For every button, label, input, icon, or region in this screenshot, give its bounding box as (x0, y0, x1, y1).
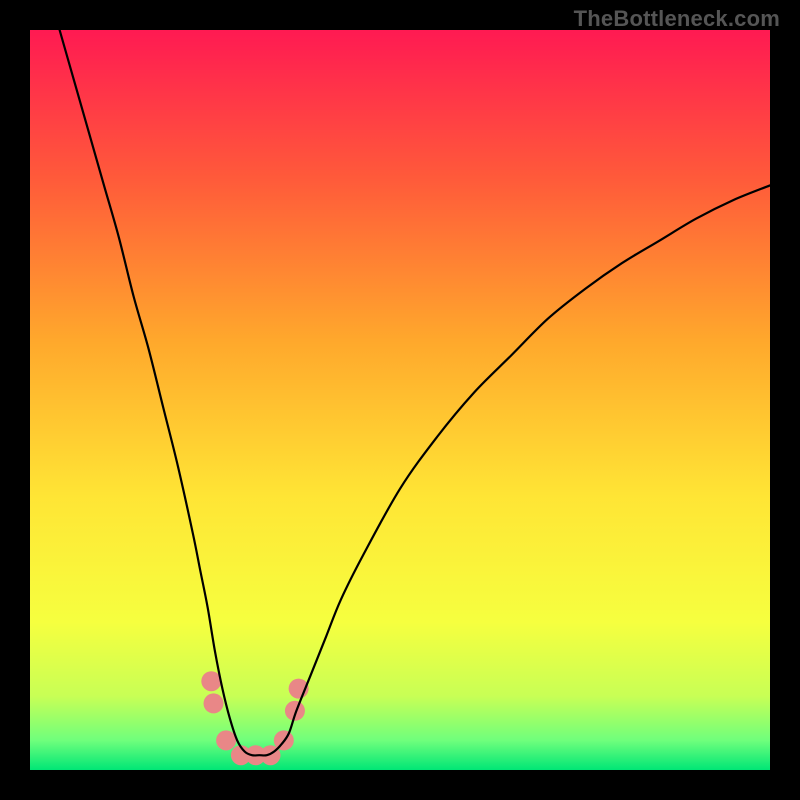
chart-background (30, 30, 770, 770)
watermark-label: TheBottleneck.com (574, 6, 780, 32)
marker-point (204, 693, 224, 713)
marker-point (216, 730, 236, 750)
chart-frame: TheBottleneck.com (0, 0, 800, 800)
chart-plot (30, 30, 770, 770)
chart-svg (30, 30, 770, 770)
